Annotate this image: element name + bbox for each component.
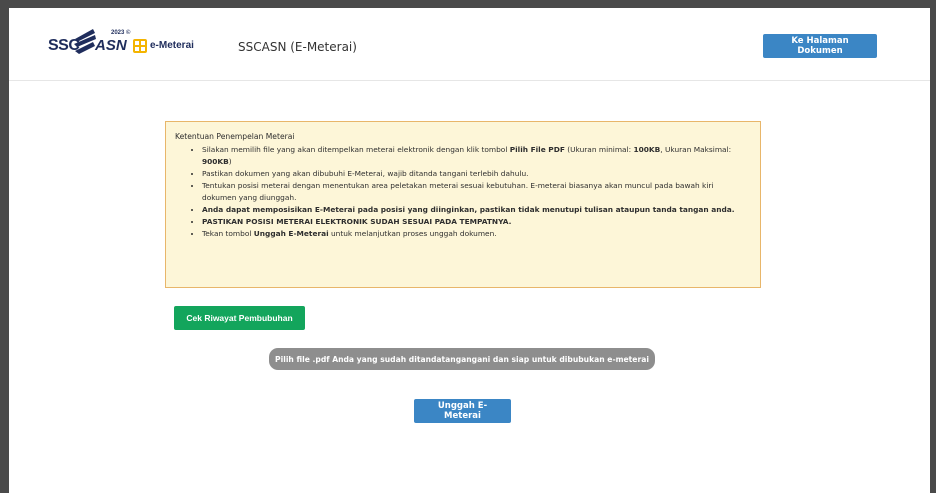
notice-item-sign-first: Pastikan dokumen yang akan dibubuhi E-Me…: [202, 168, 750, 180]
app-frame: SSC 2023 © ASN e-Meterai SSCASN (E-Meter…: [9, 8, 930, 493]
notice-box: Ketentuan Penempelan Meterai Silakan mem…: [165, 121, 761, 288]
unggah-button[interactable]: Unggah E-Meterai: [414, 399, 511, 423]
sscasn-logo-icon: [74, 29, 96, 54]
notice-item-warning: PASTIKAN POSISI METERAI ELEKTRONIK SUDAH…: [202, 216, 750, 228]
emeterai-logo-icon: [133, 39, 147, 53]
riwayat-button[interactable]: Cek Riwayat Pembubuhan: [174, 306, 305, 330]
notice-item-placement: Anda dapat memposisikan E-Meterai pada p…: [202, 204, 750, 216]
notice-item-position: Tentukan posisi meterai dengan menentuka…: [202, 180, 750, 204]
notice-title: Ketentuan Penempelan Meterai: [175, 132, 295, 141]
emeterai-logo-label: e-Meterai: [150, 40, 194, 51]
logo-asn-text: ASN: [95, 37, 127, 54]
logo-tag: 2023 ©: [111, 30, 131, 36]
header: SSC 2023 © ASN e-Meterai SSCASN (E-Meter…: [9, 8, 930, 81]
notice-list: Silakan memilih file yang akan ditempelk…: [175, 144, 750, 240]
page-title: SSCASN (E-Meterai): [238, 40, 357, 54]
dokumen-page-button[interactable]: Ke Halaman Dokumen: [763, 34, 877, 58]
notice-item-file-size: Silakan memilih file yang akan ditempelk…: [202, 144, 750, 168]
notice-item-upload: Tekan tombol Unggah E-Meterai untuk mela…: [202, 228, 750, 240]
pdf-file-picker[interactable]: Pilih file .pdf Anda yang sudah ditandat…: [269, 348, 655, 370]
